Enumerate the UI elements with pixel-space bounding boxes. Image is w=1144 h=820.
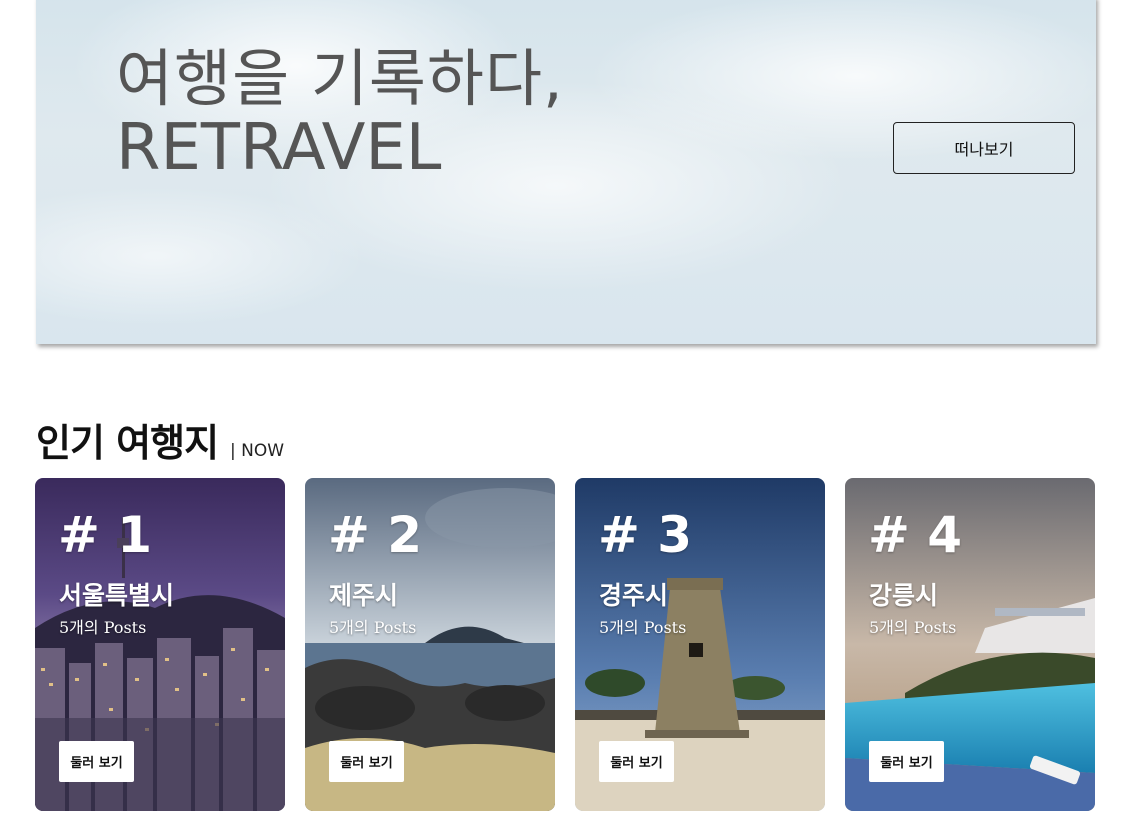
destination-card-jeju[interactable]: # 2 제주시 5개의 Posts 둘러 보기 — [305, 478, 555, 811]
card-city-name: 경주시 — [599, 581, 669, 610]
popular-destinations-header: 인기 여행지 | NOW — [36, 412, 284, 467]
depart-button[interactable]: 떠나보기 — [893, 122, 1075, 174]
hero-title: 여행을 기록하다, RETRAVEL — [116, 46, 564, 182]
section-subtitle: | NOW — [230, 441, 285, 461]
card-post-count: 5개의 Posts — [599, 618, 687, 637]
destination-card-gangneung[interactable]: # 4 강릉시 5개의 Posts 둘러 보기 — [845, 478, 1095, 811]
destination-card-seoul[interactable]: # 1 서울특별시 5개의 Posts 둘러 보기 — [35, 478, 285, 811]
card-post-count: 5개의 Posts — [869, 618, 957, 637]
hero-title-line1: 여행을 기록하다, — [116, 42, 564, 115]
destination-card-gyeongju[interactable]: # 3 경주시 5개의 Posts 둘러 보기 — [575, 478, 825, 811]
browse-button[interactable]: 둘러 보기 — [59, 741, 134, 782]
section-title: 인기 여행지 — [36, 421, 219, 465]
browse-button[interactable]: 둘러 보기 — [599, 741, 674, 782]
card-city-name: 제주시 — [329, 581, 399, 610]
card-post-count: 5개의 Posts — [329, 618, 417, 637]
card-rank: # 1 — [58, 506, 153, 564]
card-city-name: 서울특별시 — [59, 581, 175, 610]
browse-button[interactable]: 둘러 보기 — [329, 741, 404, 782]
card-rank: # 2 — [328, 506, 423, 564]
card-city-name: 강릉시 — [869, 581, 939, 610]
card-rank: # 4 — [868, 506, 963, 564]
card-rank: # 3 — [598, 506, 693, 564]
browse-button[interactable]: 둘러 보기 — [869, 741, 944, 782]
card-post-count: 5개의 Posts — [59, 618, 147, 637]
hero-banner: 여행을 기록하다, RETRAVEL 떠나보기 — [36, 0, 1096, 344]
hero-title-line2: RETRAVEL — [116, 111, 442, 186]
